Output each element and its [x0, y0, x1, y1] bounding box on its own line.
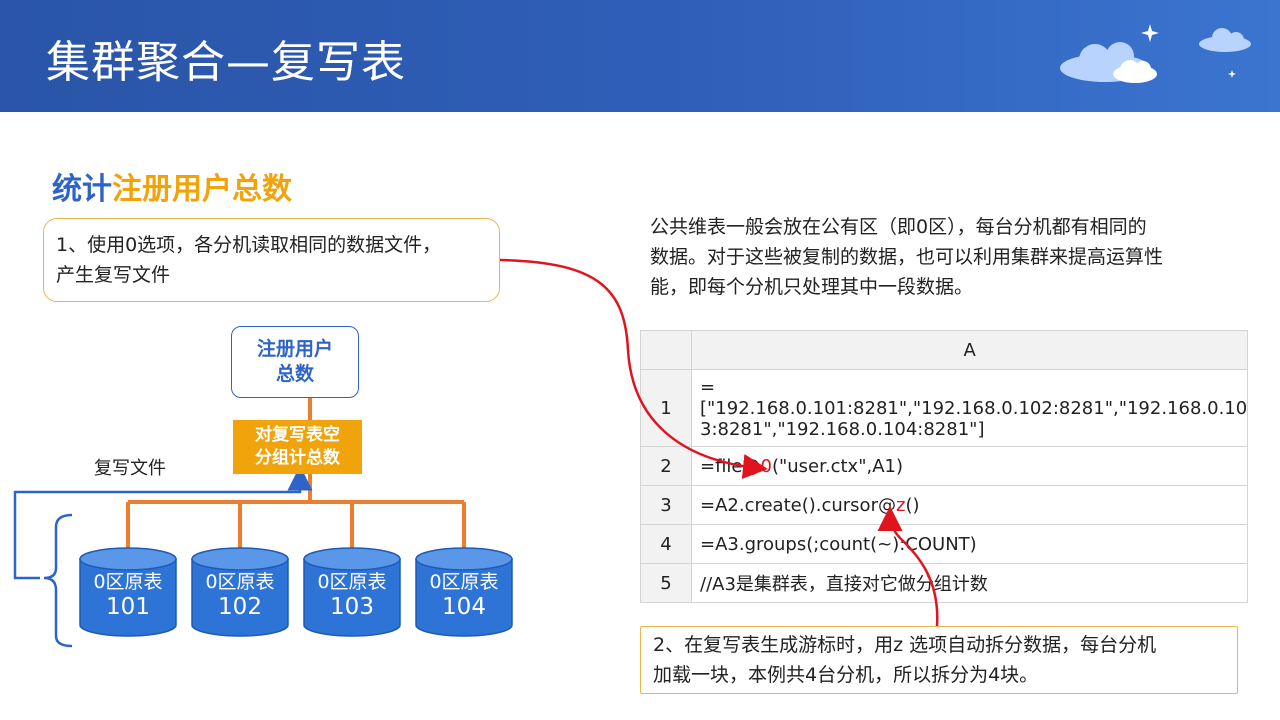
cylinder-label-103-line1: 0区原表: [317, 571, 387, 593]
cloud-decoration-icon: [1060, 24, 1251, 83]
subtitle-part1: 统计: [52, 172, 112, 207]
callout-step2-line2: 加载一块，本例共4台分机，所以拆分为4块。: [653, 664, 1039, 686]
column-header-a[interactable]: A: [690, 330, 1249, 370]
row-number-3[interactable]: 3: [640, 485, 692, 525]
callout-step2: 2、在复写表生成游标时，用z 选项自动拆分数据，每台分机 加载一块，本例共4台分…: [640, 626, 1238, 694]
description-line3: 能，即每个分机只处理其中一段数据。: [650, 276, 974, 298]
cell-a1[interactable]: =["192.168.0.101:8281","192.168.0.102:82…: [690, 369, 1249, 447]
grid-header-row: A: [640, 330, 1249, 370]
copy-file-arrow: [13, 465, 313, 648]
callout-step2-line1: 2、在复写表生成游标时，用z 选项自动拆分数据，每台分机: [653, 634, 1157, 656]
description-line2: 数据。对于这些被复制的数据，也可以利用集群来提高运算性: [650, 246, 1164, 268]
callout-step1-line1: 1、使用0选项，各分机读取相同的数据文件，: [56, 234, 442, 256]
grid-row-1: 1 =["192.168.0.101:8281","192.168.0.102:…: [640, 369, 1249, 447]
callout-step1: 1、使用0选项，各分机读取相同的数据文件， 产生复写文件: [43, 218, 500, 302]
cylinder-label-103: 0区原表 103: [304, 570, 400, 620]
grid-row-2: 2 =file@0("user.ctx",A1): [640, 446, 1249, 486]
cylinder-label-102-line2: 102: [218, 594, 262, 620]
section-subtitle: 统计注册用户总数: [52, 164, 292, 208]
total-users-line1: 注册用户: [256, 338, 333, 360]
grid-corner-cell: [640, 330, 692, 370]
group-count-line1: 对复写表空: [255, 425, 340, 445]
cell-a3-pre: =A2.create().cursor@: [700, 494, 896, 516]
row-number-4[interactable]: 4: [640, 524, 692, 564]
subtitle-part2: 注册用户总数: [112, 172, 292, 207]
code-grid: A 1 =["192.168.0.101:8281","192.168.0.10…: [640, 330, 1249, 603]
grid-row-4: 4 =A3.groups(;count(~):COUNT): [640, 524, 1249, 564]
total-users-box: 注册用户 总数: [231, 326, 359, 398]
cylinder-label-101-line1: 0区原表: [93, 571, 163, 593]
cylinder-label-104-line2: 104: [442, 594, 486, 620]
cell-a2-post: ("user.ctx",A1): [771, 455, 903, 477]
cell-a3[interactable]: =A2.create().cursor@z(): [690, 485, 1249, 525]
description-paragraph: 公共维表一般会放在公有区（即0区），每台分机都有相同的 数据。对于这些被复制的数…: [650, 212, 1240, 302]
cell-a2[interactable]: =file@0("user.ctx",A1): [690, 446, 1249, 486]
cell-a4[interactable]: =A3.groups(;count(~):COUNT): [690, 524, 1249, 564]
cylinder-label-104: 0区原表 104: [416, 570, 512, 620]
description-line1: 公共维表一般会放在公有区（即0区），每台分机都有相同的: [650, 216, 1147, 238]
group-count-box: 对复写表空 分组计总数: [233, 420, 362, 474]
row-number-1[interactable]: 1: [640, 369, 692, 447]
cylinder-label-102: 0区原表 102: [192, 570, 288, 620]
cylinder-label-103-line2: 103: [330, 594, 374, 620]
cell-a1-line2: 3:8281","192.168.0.104:8281"]: [700, 418, 985, 440]
cell-a3-post: (): [905, 494, 920, 516]
row-number-2[interactable]: 2: [640, 446, 692, 486]
header-banner: 集群聚合—复写表: [0, 0, 1280, 112]
group-count-line2: 分组计总数: [255, 448, 340, 468]
grid-row-3: 3 =A2.create().cursor@z(): [640, 485, 1249, 525]
cylinder-label-101-line2: 101: [106, 594, 150, 620]
cell-a2-pre: =file@: [700, 455, 761, 477]
cylinder-label-102-line1: 0区原表: [205, 571, 275, 593]
page-title: 集群聚合—复写表: [46, 37, 406, 88]
row-number-5[interactable]: 5: [640, 563, 692, 603]
grid-row-5: 5 //A3是集群表，直接对它做分组计数: [640, 563, 1249, 603]
cell-a1-line1: =["192.168.0.101:8281","192.168.0.102:82…: [700, 376, 1248, 419]
callout-step1-line2: 产生复写文件: [56, 264, 171, 286]
copy-file-label: 复写文件: [94, 458, 166, 479]
total-users-line2: 总数: [275, 363, 314, 385]
cell-a2-option: 0: [760, 455, 772, 477]
cylinder-label-101: 0区原表 101: [80, 570, 176, 620]
cylinder-label-104-line1: 0区原表: [429, 571, 499, 593]
cell-a5[interactable]: //A3是集群表，直接对它做分组计数: [690, 563, 1249, 603]
